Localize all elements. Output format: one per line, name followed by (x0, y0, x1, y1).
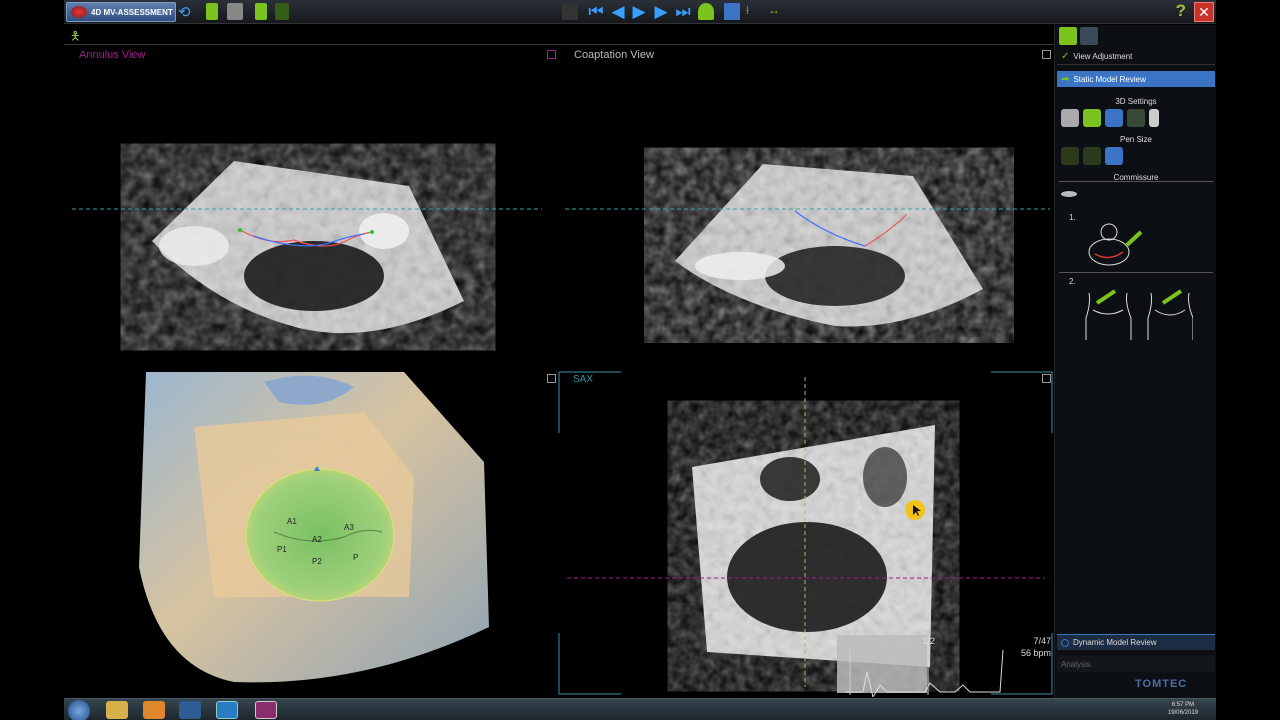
save-icon[interactable] (206, 3, 218, 20)
refresh-icon[interactable]: ⟲ (178, 3, 194, 21)
export-icon[interactable] (255, 3, 267, 20)
presentation-app-icon[interactable] (255, 701, 277, 719)
frame-label: 1/2 (922, 636, 935, 646)
walk-icon[interactable]: 🯅 (70, 27, 81, 48)
marker-icon[interactable] (1149, 109, 1159, 127)
leaflet-label-p2: P2 (312, 557, 322, 566)
brand-logo: TOMTEC (1135, 678, 1188, 690)
report-icon[interactable] (275, 3, 289, 20)
annulus-viewport[interactable]: Annulus View (64, 46, 544, 366)
os-taskbar: 6:57 PM 19/06/2019 (64, 698, 1216, 720)
step-forward-icon[interactable]: ▶ (653, 3, 669, 20)
camera-icon[interactable] (227, 3, 243, 20)
static-model-review-row[interactable]: ➡ Static Model Review (1057, 71, 1215, 87)
coaptation-viewport[interactable]: Coaptation View (545, 46, 1054, 366)
valve-surface-icon[interactable] (1083, 109, 1101, 127)
analysis-row[interactable]: Analysis (1057, 656, 1215, 672)
system-clock[interactable]: 6:57 PM 19/06/2019 (1168, 701, 1198, 717)
pen-large-icon[interactable] (1105, 147, 1123, 165)
view-adjustment-row[interactable]: ✓ View Adjustment (1057, 49, 1215, 65)
leaflet-label-p1: P1 (277, 545, 287, 554)
stop-icon[interactable] (562, 3, 578, 20)
checkmark-icon: ✓ (1061, 51, 1070, 62)
step-2-label: 2. (1069, 277, 1076, 286)
echo-app-icon[interactable] (179, 701, 201, 719)
step-1-label: 1. (1069, 213, 1076, 222)
arrow-right-icon: ➡ (1061, 73, 1070, 85)
heart-logo-icon (71, 6, 87, 18)
view-adjustment-label: View Adjustment (1073, 52, 1133, 61)
model-icon[interactable] (698, 3, 714, 20)
distance-icon[interactable]: ↔ (768, 3, 784, 20)
close-icon[interactable]: ✕ (1194, 2, 1214, 22)
skip-end-icon[interactable]: ⏭ (675, 3, 691, 20)
leaflet-label-a3: A3 (344, 523, 354, 532)
sax-viewport[interactable]: SAX 1/2 7/47 56 bpm (545, 367, 1054, 697)
slice-icon[interactable]: ⟊ (746, 3, 762, 20)
explorer-icon[interactable] (106, 701, 128, 719)
step-back-icon[interactable]: ◀ (610, 3, 626, 20)
commissure-divider (1059, 181, 1213, 182)
play-icon[interactable]: ▶ (631, 3, 647, 20)
media-player-icon[interactable] (143, 701, 165, 719)
dynamic-model-review-label: Dynamic Model Review (1073, 638, 1157, 647)
commissure-marker-icon[interactable] (1061, 191, 1077, 197)
skip-start-icon[interactable]: ⏮ (588, 3, 604, 20)
secondary-bar: 🯅 (64, 25, 1054, 45)
sax-maximize-icon[interactable] (1042, 374, 1051, 383)
pen-small-icon[interactable] (1061, 147, 1079, 165)
commissure-step2-diagram (1085, 289, 1193, 340)
start-button-icon[interactable] (68, 700, 90, 720)
chart-icon[interactable] (1080, 27, 1098, 45)
sax-left-marker-icon (547, 374, 556, 383)
app-mode-label: 4D MV-ASSESSMENT (91, 7, 173, 17)
leaflet-icon[interactable] (1127, 109, 1145, 127)
analysis-label: Analysis (1061, 659, 1091, 669)
heart-rate: 56 bpm (1020, 648, 1051, 658)
workflow-icon[interactable] (1059, 27, 1077, 45)
main-toolbar: 4D MV-ASSESSMENT ⟲ ⏮ ◀ ▶ ▶ ⏭ ⟊ ↔ ? ✕ (64, 0, 1216, 24)
clock-time: 6:57 PM (1171, 702, 1195, 708)
frame-counter: 7/47 (1033, 636, 1051, 646)
valve-flat-icon[interactable] (1105, 109, 1123, 127)
tissue-render-icon[interactable] (1061, 109, 1079, 127)
clock-date: 19/06/2019 (1167, 710, 1198, 716)
leaflet-label-a1: A1 (287, 517, 297, 526)
radio-icon (1061, 638, 1069, 647)
render-3d-viewport[interactable]: A1 A2 A3 P1 P2 P (64, 367, 544, 697)
step-divider (1059, 272, 1213, 273)
leaflet-label-p3: P (353, 553, 359, 562)
leaflet-label-a2: A2 (312, 535, 322, 544)
tomtec-app-icon[interactable] (216, 701, 238, 719)
coaptation-echo-image (565, 164, 1050, 327)
pen-medium-icon[interactable] (1083, 147, 1101, 165)
pen-size-title: Pen Size (1119, 135, 1153, 144)
sax-view-title: SAX (573, 374, 594, 385)
side-panel: ✓ View Adjustment ➡ Static Model Review … (1054, 25, 1216, 698)
help-icon[interactable]: ? (1176, 1, 1186, 21)
dynamic-model-review-row[interactable]: Dynamic Model Review (1057, 634, 1215, 650)
measure-icon[interactable] (724, 3, 740, 20)
static-model-review-label: Static Model Review (1073, 74, 1146, 84)
sax-echo-image (558, 371, 1053, 697)
mitral-valve-3d-render (139, 372, 489, 683)
app-mode-button[interactable]: 4D MV-ASSESSMENT (66, 2, 176, 22)
3d-settings-title: 3D Settings (1115, 97, 1157, 106)
commissure-step1-diagram (1088, 223, 1143, 266)
annulus-echo-image (72, 161, 542, 334)
